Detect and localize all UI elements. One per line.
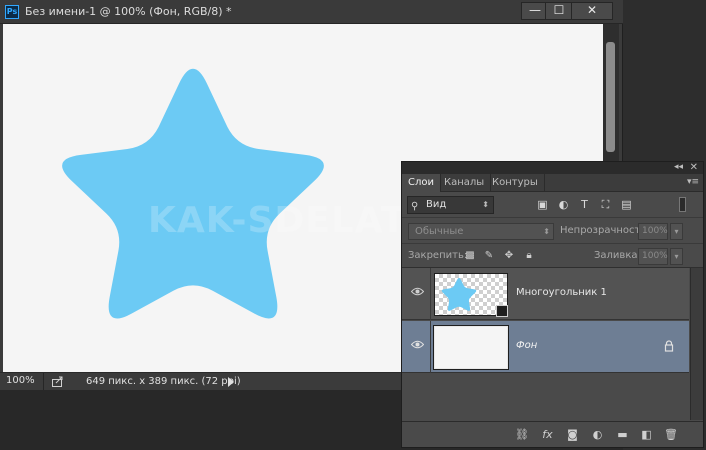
pixel-filter-icon[interactable]: ▣ (536, 198, 549, 211)
opacity-dropdown[interactable]: ▾ (670, 223, 683, 240)
panel-tabs: Слои Каналы Контуры ▾≡ (402, 174, 703, 192)
tab-layers[interactable]: Слои (402, 174, 441, 192)
tab-channels[interactable]: Каналы (438, 174, 492, 192)
tab-paths[interactable]: Контуры (486, 174, 545, 192)
lock-label: Закрепить: (408, 250, 468, 261)
opacity-input[interactable]: 100% (638, 223, 668, 240)
lock-icon (664, 340, 674, 352)
document-title: Без имени-1 @ 100% (Фон, RGB/8) * (25, 5, 232, 18)
add-mask-icon[interactable]: ◙ (566, 428, 579, 441)
shape-filter-icon[interactable]: ⛶ (599, 198, 612, 211)
divider (430, 321, 431, 373)
eye-icon[interactable] (411, 287, 424, 296)
title-bar[interactable]: Ps Без имени-1 @ 100% (Фон, RGB/8) * — ☐… (0, 0, 623, 24)
blend-row: Обычные ⬍ Непрозрачность: 100% ▾ (402, 218, 703, 244)
photoshop-logo-icon: Ps (5, 5, 19, 19)
layer-name[interactable]: Фон (516, 340, 537, 351)
link-layers-icon[interactable]: ⛓ (515, 428, 529, 441)
star-shape[interactable] (51, 58, 341, 328)
filter-kind-select[interactable]: ⚲ Вид ⬍ (407, 196, 494, 214)
panel-close-icon[interactable]: ✕ (690, 162, 698, 173)
smart-object-filter-icon[interactable]: ▤ (620, 198, 633, 211)
delete-layer-trash-icon[interactable]: 🗑︎ (664, 428, 678, 441)
document-info: 649 пикс. x 389 пикс. (72 ppi) (86, 376, 241, 387)
layers-list-empty-area (402, 374, 689, 420)
lock-all-icon[interactable]: 🔒︎ (523, 250, 535, 262)
lock-row: Закрепить: ▩ ✎ ✥ 🔒︎ Заливка: 100% ▾ (402, 244, 703, 268)
layers-scrollbar[interactable] (690, 268, 703, 420)
panel-footer: ⛓ fx ◙ ◐ ▬ ◧ 🗑︎ (402, 421, 703, 447)
filter-toggle[interactable] (679, 197, 686, 212)
lock-transparent-pixels-icon[interactable]: ▩ (464, 250, 476, 262)
vector-shape-icon (496, 305, 508, 317)
layer-row-shape[interactable]: Многоугольник 1 (402, 268, 689, 320)
blend-mode-select[interactable]: Обычные ⬍ (408, 223, 554, 240)
maximize-button[interactable]: ☐ (545, 2, 573, 20)
blend-mode-value: Обычные (415, 226, 464, 237)
opacity-label: Непрозрачность: (560, 225, 650, 236)
search-icon: ⚲ (411, 201, 419, 212)
chevron-down-icon: ⬍ (543, 227, 550, 236)
close-button[interactable]: ✕ (571, 2, 613, 20)
adjustment-filter-icon[interactable]: ◐ (557, 198, 570, 211)
adjustment-layer-icon[interactable]: ◐ (591, 428, 604, 441)
new-group-folder-icon[interactable]: ▬ (616, 428, 629, 441)
scrollbar-thumb[interactable] (606, 42, 615, 152)
divider (430, 268, 431, 320)
zoom-level[interactable]: 100% (6, 373, 44, 390)
layers-panel: ◂◂ ✕ Слои Каналы Контуры ▾≡ ⚲ Вид ⬍ ▣ ◐ … (401, 161, 704, 448)
status-menu-arrow-icon[interactable] (228, 377, 234, 387)
eye-icon[interactable] (411, 340, 424, 349)
filter-kind-value: Вид (426, 199, 447, 210)
fill-input[interactable]: 100% (638, 248, 668, 265)
fill-dropdown[interactable]: ▾ (670, 248, 683, 265)
layer-thumbnail[interactable] (433, 325, 509, 370)
collapse-icon[interactable]: ◂◂ (674, 162, 683, 173)
lock-image-pixels-icon[interactable]: ✎ (483, 250, 495, 262)
panel-menu-icon[interactable]: ▾≡ (687, 177, 699, 187)
chevron-down-icon: ⬍ (482, 200, 489, 209)
filter-row: ⚲ Вид ⬍ ▣ ◐ T ⛶ ▤ (402, 192, 703, 218)
panel-header[interactable]: ◂◂ ✕ (402, 162, 703, 174)
layer-row-background[interactable]: Фон (402, 321, 689, 373)
layer-name[interactable]: Многоугольник 1 (516, 287, 607, 298)
share-icon[interactable] (52, 376, 64, 387)
new-layer-icon[interactable]: ◧ (640, 428, 653, 441)
layer-style-fx-icon[interactable]: fx (541, 428, 554, 441)
fill-label: Заливка: (594, 250, 641, 261)
lock-position-icon[interactable]: ✥ (503, 250, 515, 262)
type-filter-icon[interactable]: T (578, 198, 591, 211)
